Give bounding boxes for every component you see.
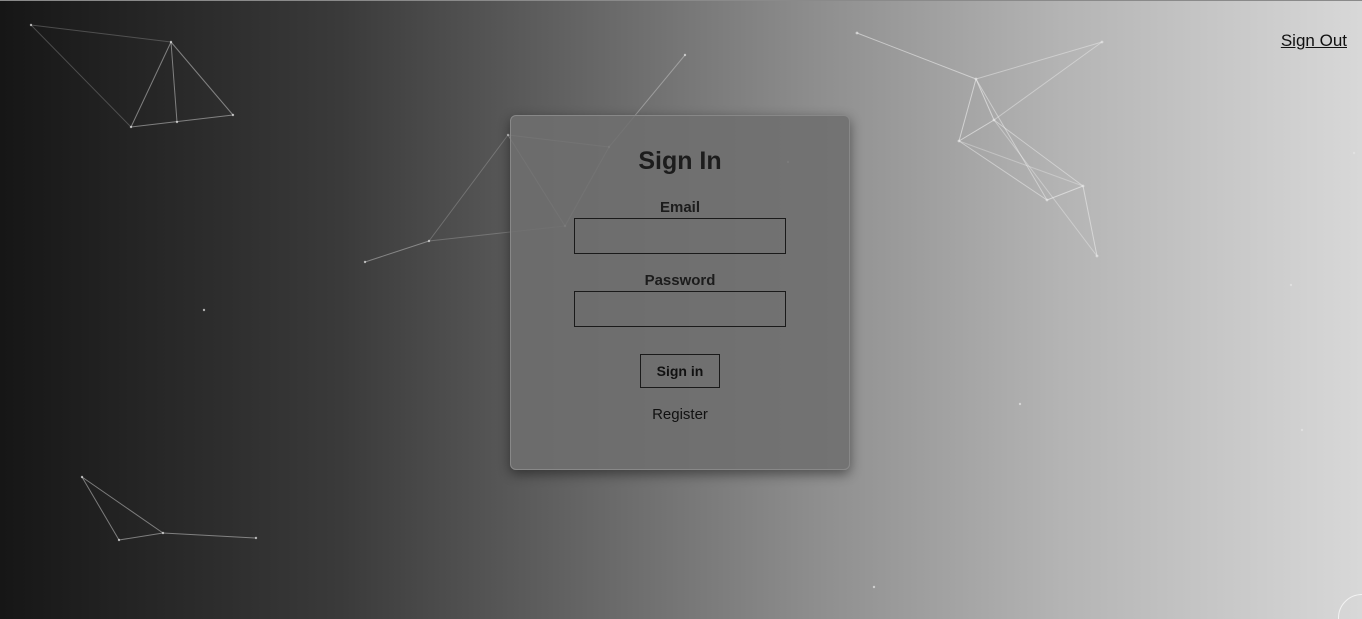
email-field[interactable] — [574, 218, 786, 254]
password-field[interactable] — [574, 291, 786, 327]
sign-in-button[interactable]: Sign in — [640, 354, 720, 388]
sign-in-card: Sign In Email Password Sign in Register — [510, 115, 850, 470]
register-link[interactable]: Register — [511, 406, 849, 423]
sign-in-title: Sign In — [638, 147, 722, 175]
sign-out-link[interactable]: Sign Out — [1281, 31, 1347, 51]
email-label: Email — [659, 199, 701, 216]
password-label: Password — [644, 272, 716, 289]
